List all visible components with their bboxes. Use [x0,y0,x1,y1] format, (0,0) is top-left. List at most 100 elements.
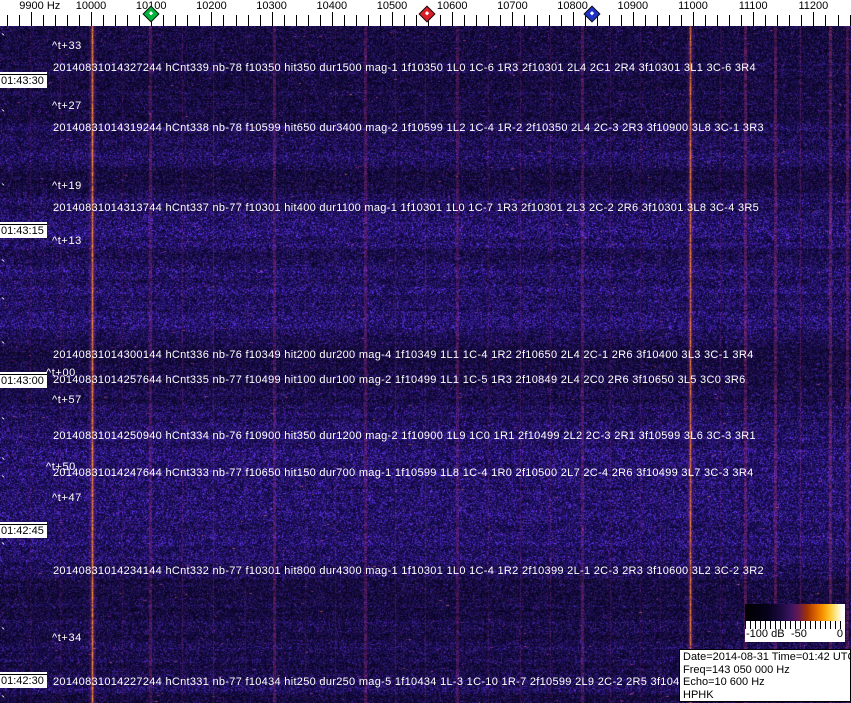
freq-minor-tick [440,15,442,26]
info-echo: Echo=10 600 Hz [683,676,765,688]
freq-minor-tick [247,15,249,26]
detection-log-line: 20140831014257644 hCnt335 nb-77 f10499 h… [53,374,746,386]
freq-minor-tick [500,15,502,26]
freq-minor-tick [404,15,405,26]
freq-major-tick [271,12,273,26]
freq-major-tick [30,12,32,26]
freq-major-tick [572,12,574,26]
freq-major-tick [392,12,393,26]
edge-tick-mark: ` [1,693,6,703]
freq-axis-label: 10300 [256,0,287,12]
colorbar-label-max: 0 [836,628,843,640]
info-station: HPHK [683,688,714,701]
event-time-marker: ^t+13 [52,235,82,247]
freq-major-tick [632,12,634,26]
info-frequency: Freq=143 050 000 Hz [683,663,790,676]
freq-axis-label: 10400 [316,0,348,12]
event-time-marker: ^t+33 [52,40,82,52]
time-axis-label: 01:43:00 [0,374,47,388]
freq-minor-tick [464,15,466,26]
spectrogram-app: 9900 Hz100001010010200103001040010500106… [0,0,851,703]
edge-tick-mark: ` [1,339,6,354]
frequency-axis-ruler[interactable]: 9900 Hz100001010010200103001040010500106… [0,0,851,26]
freq-minor-tick [644,15,646,26]
freq-minor-tick [849,15,851,26]
edge-tick-mark: ` [1,540,6,555]
freq-minor-tick [488,15,490,26]
freq-minor-tick [283,15,285,26]
freq-marker-red[interactable] [418,5,436,23]
freq-axis-label: 10900 [617,0,649,12]
freq-minor-tick [54,15,56,26]
freq-major-tick [753,12,755,26]
freq-minor-tick [79,15,80,26]
edge-tick-mark: ` [1,181,6,196]
freq-major-tick [331,12,333,26]
freq-minor-tick [801,15,803,26]
freq-axis-label: 11200 [798,0,829,12]
freq-axis-label: 9900 Hz [19,0,61,12]
freq-major-tick [452,12,454,26]
edge-tick-mark: ` [1,257,6,272]
freq-minor-tick [223,15,225,26]
freq-minor-tick [42,15,44,26]
freq-minor-tick [656,15,658,26]
time-axis-label: 01:42:30 [0,674,47,688]
time-axis-label: 01:42:45 [0,524,47,538]
freq-minor-tick [741,15,743,26]
freq-minor-tick [187,15,189,26]
freq-minor-tick [717,15,719,26]
detection-log-line: 20140831014327244 hCnt339 nb-78 f10350 h… [53,62,756,74]
freq-minor-tick [18,15,20,26]
freq-minor-tick [103,15,104,26]
freq-minor-tick [777,15,779,26]
event-time-marker: ^t+50 [46,461,76,473]
colorbar-labels: -100 dB -50 0 [745,628,845,642]
db-colorbar: -100 dB -50 0 [745,604,845,642]
detection-log-line: 20140831014234144 hCnt332 nb-77 f10301 h… [53,565,764,577]
freq-minor-tick [765,15,767,26]
freq-minor-tick [307,15,309,26]
freq-minor-tick [789,15,791,26]
event-time-marker: ^t+27 [52,100,82,112]
freq-minor-tick [259,15,261,26]
edge-tick-mark: ` [1,107,6,122]
detection-log-line: 20140831014250940 hCnt334 nb-76 f10900 h… [53,430,756,442]
freq-major-tick [693,12,694,26]
status-info-box: Date=2014-08-31 Time=01:42 UTC Freq=143 … [679,649,851,702]
freq-minor-tick [560,15,562,26]
freq-major-tick [813,12,815,26]
freq-major-tick [91,12,92,26]
freq-minor-tick [729,15,731,26]
freq-axis-label: 11100 [738,0,768,12]
freq-minor-tick [705,15,706,26]
freq-minor-tick [620,15,622,26]
time-axis-label: 01:43:30 [0,74,47,88]
freq-minor-tick [115,15,117,26]
detection-log-line: 20140831014319244 hCnt338 nb-78 f10599 h… [53,122,764,134]
freq-minor-tick [668,15,670,26]
edge-tick-mark: ` [1,31,6,46]
freq-minor-tick [476,15,478,26]
freq-minor-tick [199,15,201,26]
freq-minor-tick [548,15,550,26]
detection-log-line: 20140831014313744 hCnt337 nb-77 f10301 h… [53,202,760,214]
freq-minor-tick [175,15,177,26]
time-axis-label: 01:43:15 [0,224,47,238]
freq-minor-tick [343,15,345,26]
edge-tick-mark: ` [1,625,6,640]
freq-minor-tick [235,15,237,26]
freq-minor-tick [608,15,610,26]
detection-log-line: 20140831014300144 hCnt336 nb-76 f10349 h… [53,349,754,361]
freq-minor-tick [825,15,827,26]
detection-log-line: 20140831014227244 hCnt331 nb-77 f10434 h… [53,676,725,688]
freq-axis-label: 10800 [557,0,588,12]
freq-axis-label: 10700 [497,0,528,12]
event-time-marker: ^t+19 [52,180,82,192]
freq-minor-tick [139,15,141,26]
colorbar-label-mid: -50 [791,628,807,640]
event-time-marker: ^t+34 [52,632,82,644]
colorbar-label-min: -100 dB [746,628,785,640]
freq-minor-tick [536,15,538,26]
freq-axis-label: 10000 [75,0,107,12]
